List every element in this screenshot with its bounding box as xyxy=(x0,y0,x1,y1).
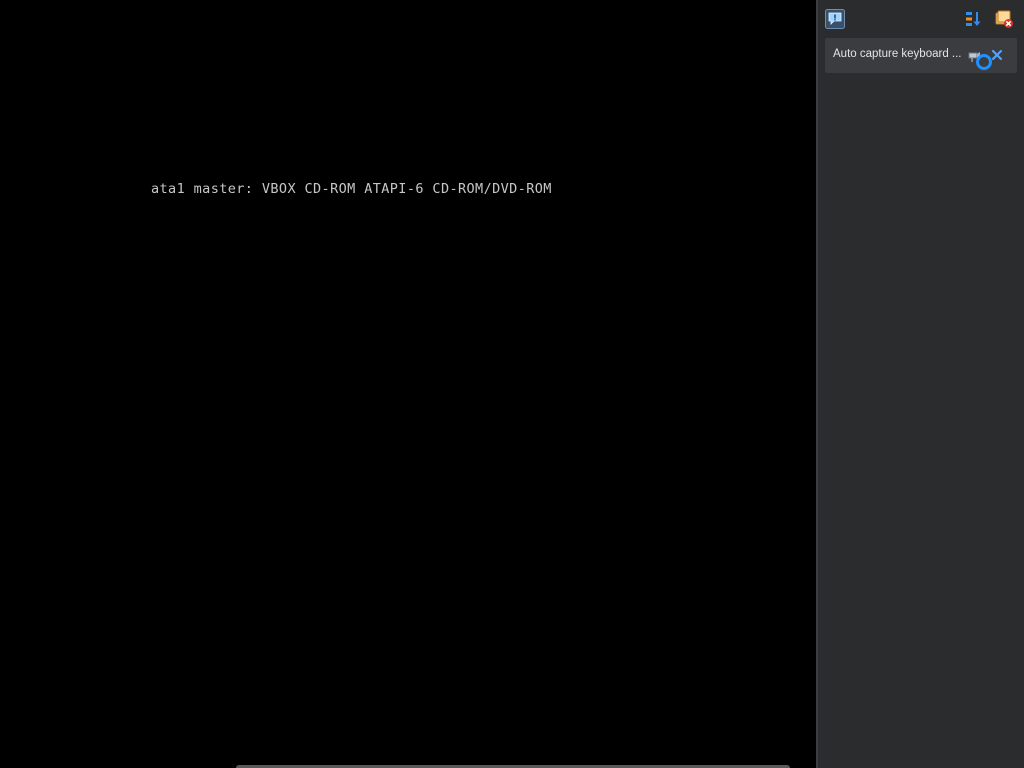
sort-order-icon[interactable] xyxy=(963,9,983,29)
console-output-line: ata1 master: VBOX CD-ROM ATAPI-6 CD-ROM/… xyxy=(151,181,552,197)
busy-cursor-icon xyxy=(976,54,992,70)
notification-item[interactable]: Auto capture keyboard ... xyxy=(825,38,1017,73)
notification-center-toolbar xyxy=(818,0,1024,38)
notification-center-panel: Auto capture keyboard ... xyxy=(816,0,1024,768)
speech-bubble-info-icon[interactable] xyxy=(825,9,845,29)
clear-all-icon[interactable] xyxy=(994,9,1014,29)
vm-display[interactable]: ata1 master: VBOX CD-ROM ATAPI-6 CD-ROM/… xyxy=(0,0,816,768)
notification-text: Auto capture keyboard ... xyxy=(833,48,962,60)
vm-window: ata1 master: VBOX CD-ROM ATAPI-6 CD-ROM/… xyxy=(0,0,1024,768)
